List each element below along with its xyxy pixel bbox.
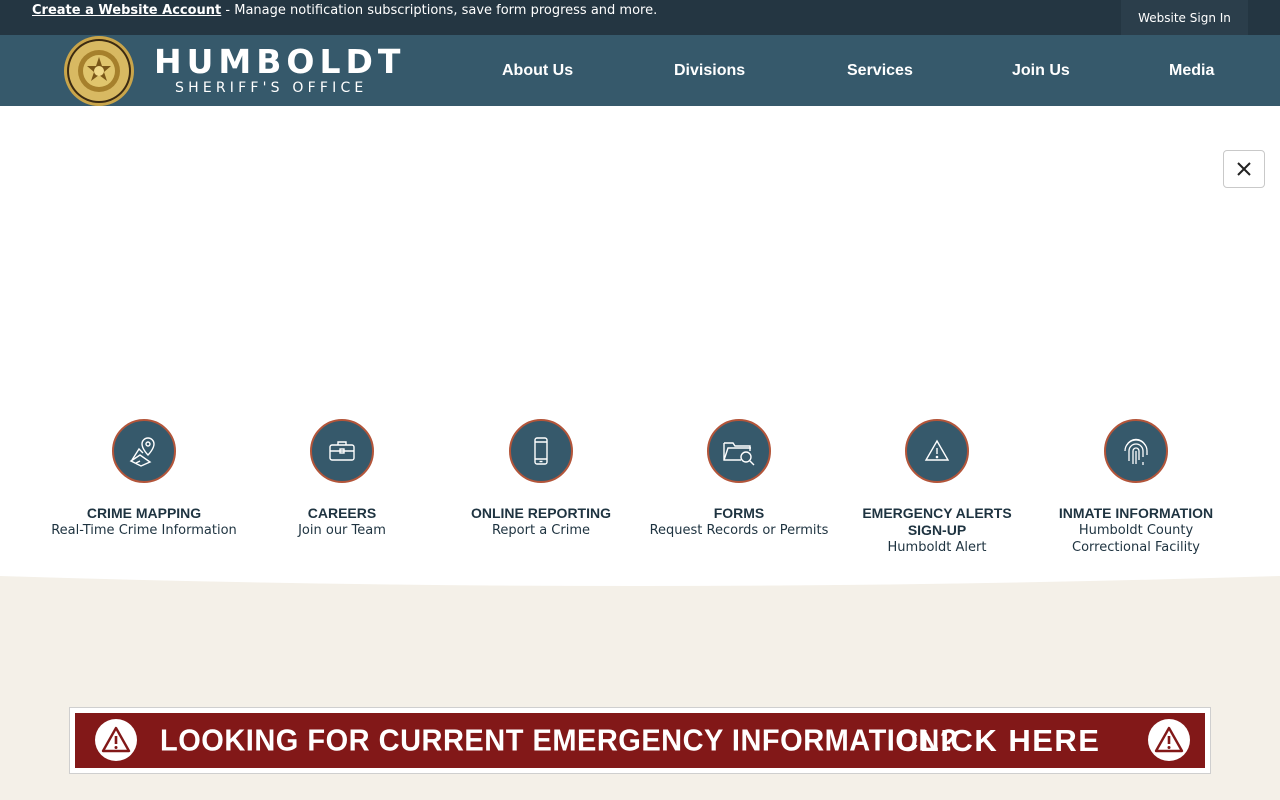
map-pin-icon [129,437,155,467]
nav-join-us[interactable]: Join Us [1012,35,1070,106]
quick-link-icon-circle [112,419,176,483]
quick-link-icon-circle [509,419,573,483]
nav-services[interactable]: Services [847,35,913,106]
site-header: HUMBOLDT SHERIFF'S OFFICE About Us Divis… [0,35,1280,106]
quick-link-title: INMATE INFORMATION [1058,505,1214,521]
quick-link-subtitle: Humboldt Alert [887,540,987,555]
quick-link-subtitle: Request Records or Permits [649,523,829,538]
mobile-phone-icon [534,437,548,465]
emergency-banner-frame: LOOKING FOR CURRENT EMERGENCY INFORMATIO… [69,707,1211,774]
quick-link-icon-circle [707,419,771,483]
quick-link-title: EMERGENCY ALERTS SIGN-UP [862,505,1012,538]
quick-link-online-reporting[interactable]: ONLINE REPORTING Report a Crime [446,419,636,539]
banner-warning-right [1148,719,1190,761]
sheriff-seal-logo[interactable] [63,35,135,107]
briefcase-icon [329,441,355,461]
warning-icon [924,439,950,461]
quick-link-title: FORMS [713,505,765,521]
emergency-banner-message: LOOKING FOR CURRENT EMERGENCY INFORMATIO… [160,724,959,758]
quick-link-title: CRIME MAPPING [86,505,202,521]
account-notice-text: - Manage notification subscriptions, sav… [221,3,658,18]
utility-bar: Create a Website Account - Manage notifi… [0,0,1280,35]
quick-link-title: ONLINE REPORTING [470,505,611,521]
quick-link-crime-mapping[interactable]: CRIME MAPPING Real-Time Crime Informatio… [49,419,239,539]
quick-link-icon-circle [905,419,969,483]
emergency-info-banner[interactable]: LOOKING FOR CURRENT EMERGENCY INFORMATIO… [75,713,1205,768]
emergency-banner-cta[interactable]: CLICK HERE [896,723,1100,759]
quick-link-icon-circle [310,419,374,483]
close-button[interactable] [1223,150,1265,188]
quick-link-forms[interactable]: FORMS Request Records or Permits [644,419,834,539]
brand-subtitle[interactable]: SHERIFF'S OFFICE [175,80,367,96]
website-sign-in-button[interactable]: Website Sign In [1121,0,1248,35]
close-icon [1237,162,1251,176]
quick-link-careers[interactable]: CAREERS Join our Team [247,419,437,539]
nav-divisions[interactable]: Divisions [674,35,745,106]
quick-link-subtitle: Report a Crime [491,523,591,538]
quick-link-title: CAREERS [307,505,377,521]
quick-link-inmate-information[interactable]: INMATE INFORMATION Humboldt County Corre… [1041,419,1231,556]
brand-title[interactable]: HUMBOLDT [154,42,405,81]
nav-media[interactable]: Media [1169,35,1214,106]
nav-about-us[interactable]: About Us [502,35,573,106]
warning-icon [1154,726,1184,753]
quick-link-subtitle: Real-Time Crime Information [51,523,237,538]
banner-warning-left [95,719,137,761]
quick-link-icon-circle [1104,419,1168,483]
quick-link-subtitle: Join our Team [298,523,386,538]
quick-link-emergency-alerts[interactable]: EMERGENCY ALERTS SIGN-UP Humboldt Alert [842,419,1032,556]
fingerprint-icon [1124,438,1148,465]
account-notice: Create a Website Account - Manage notifi… [32,3,657,18]
folder-search-icon [723,442,755,466]
warning-icon [101,726,131,753]
quick-link-subtitle: Humboldt County Correctional Facility [1072,523,1200,555]
create-account-link[interactable]: Create a Website Account [32,3,221,18]
